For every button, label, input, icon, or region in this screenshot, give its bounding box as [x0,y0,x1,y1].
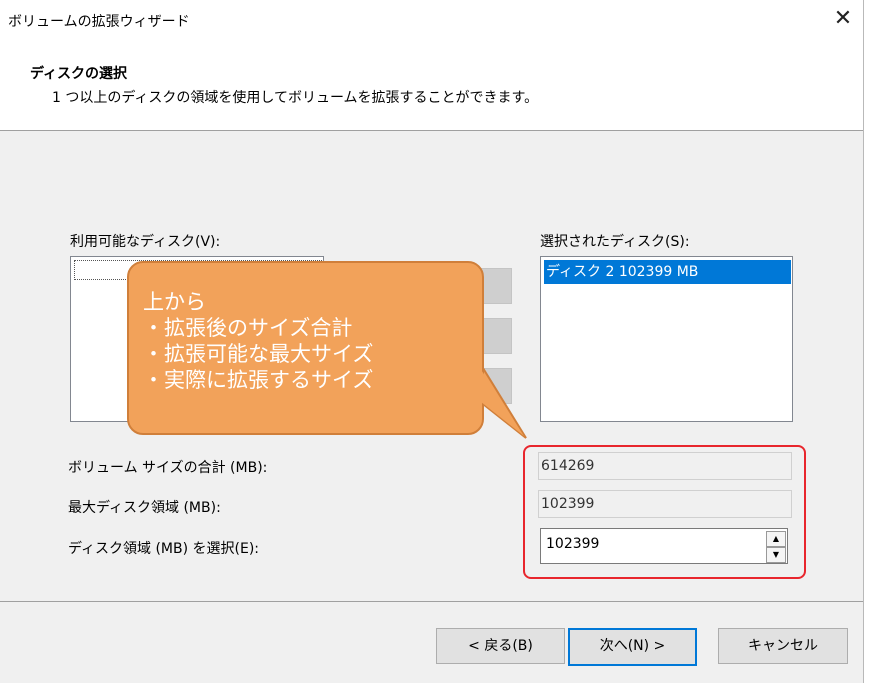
available-disks-label: 利用可能なディスク(V): [70,234,221,250]
selected-disk-item[interactable]: ディスク 2 102399 MB [544,260,791,284]
selected-disks-label: 選択されたディスク(S): [540,234,690,250]
next-button[interactable]: 次へ(N) > [568,628,697,666]
close-icon[interactable]: ✕ [830,6,856,32]
callout-text: 上から ・拡張後のサイズ合計 ・拡張可能な最大サイズ ・実際に拡張するサイズ [143,290,374,392]
window-title: ボリュームの拡張ウィザード [8,14,190,30]
cancel-button[interactable]: キャンセル [718,628,848,664]
page-subtitle: 1 つ以上のディスクの領域を使用してボリュームを拡張することができます。 [52,90,539,106]
title-bar: ボリュームの拡張ウィザード ✕ [0,0,863,40]
select-space-label: ディスク領域 (MB) を選択(E): [68,541,260,557]
total-size-label: ボリューム サイズの合計 (MB): [68,460,268,476]
selected-disks-list[interactable]: ディスク 2 102399 MB [540,256,793,422]
annotation-callout: 上から ・拡張後のサイズ合計 ・拡張可能な最大サイズ ・実際に拡張するサイズ [127,261,484,435]
wizard-window: ボリュームの拡張ウィザード ✕ ディスクの選択 1 つ以上のディスクの領域を使用… [0,0,864,683]
highlight-box [523,445,806,579]
wizard-header: ディスクの選択 1 つ以上のディスクの領域を使用してボリュームを拡張することがで… [0,40,863,130]
back-button[interactable]: < 戻る(B) [436,628,565,664]
page-title: ディスクの選択 [30,66,128,82]
max-space-label: 最大ディスク領域 (MB): [68,500,221,516]
